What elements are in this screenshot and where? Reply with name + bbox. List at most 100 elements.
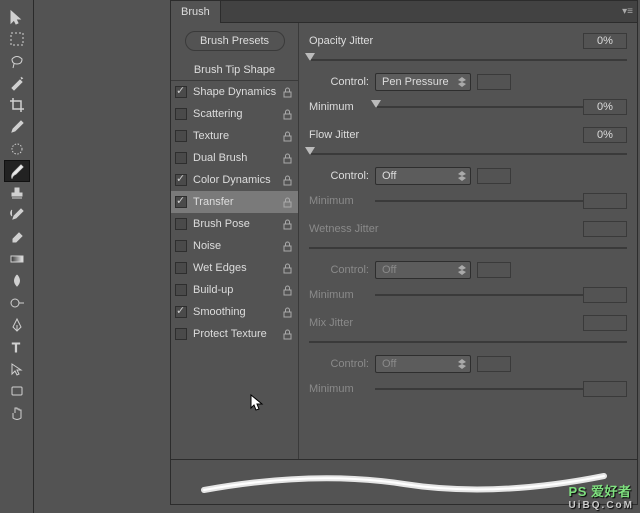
option-checkbox[interactable] — [175, 108, 187, 120]
crop-tool[interactable] — [4, 94, 30, 116]
panel-menu-icon[interactable]: ▾≡ — [622, 6, 633, 17]
mix-minimum-value — [583, 381, 627, 397]
option-checkbox[interactable] — [175, 174, 187, 186]
option-label: Texture — [193, 130, 282, 142]
option-checkbox[interactable] — [175, 196, 187, 208]
opacity-control-swatch — [477, 74, 511, 90]
opacity-jitter-group: Opacity Jitter 0% Control: Pen Pressure … — [309, 31, 627, 117]
option-checkbox[interactable] — [175, 86, 187, 98]
option-row-noise[interactable]: Noise — [171, 235, 298, 257]
lock-icon[interactable] — [282, 86, 292, 98]
pen-tool[interactable] — [4, 314, 30, 336]
brush-tool[interactable] — [4, 160, 30, 182]
path-tool[interactable] — [4, 358, 30, 380]
option-row-protect-texture[interactable]: Protect Texture — [171, 323, 298, 345]
wetness-control-select: Off — [375, 261, 471, 279]
watermark-line1: PS 爱好者 — [569, 484, 632, 499]
lock-icon[interactable] — [282, 328, 292, 340]
option-label: Build-up — [193, 284, 282, 296]
lock-icon[interactable] — [282, 130, 292, 142]
lock-icon[interactable] — [282, 152, 292, 164]
watermark-line2: UiBQ.CoM — [569, 500, 634, 511]
option-label: Noise — [193, 240, 282, 252]
healing-tool[interactable] — [4, 138, 30, 160]
wetness-control-swatch — [477, 262, 511, 278]
opacity-control-select[interactable]: Pen Pressure — [375, 73, 471, 91]
wetness-jitter-label: Wetness Jitter — [309, 223, 379, 235]
gradient-tool[interactable] — [4, 248, 30, 270]
lasso-tool[interactable] — [4, 50, 30, 72]
option-row-color-dynamics[interactable]: Color Dynamics — [171, 169, 298, 191]
option-checkbox[interactable] — [175, 130, 187, 142]
mix-minimum-slider — [375, 382, 583, 396]
flow-jitter-slider[interactable] — [309, 147, 627, 161]
option-checkbox[interactable] — [175, 218, 187, 230]
wand-tool[interactable] — [4, 72, 30, 94]
dodge-tool[interactable] — [4, 292, 30, 314]
option-checkbox[interactable] — [175, 262, 187, 274]
lock-icon[interactable] — [282, 262, 292, 274]
opacity-minimum-value[interactable]: 0% — [583, 99, 627, 115]
option-checkbox[interactable] — [175, 152, 187, 164]
wetness-jitter-slider — [309, 241, 627, 255]
type-tool[interactable]: T — [4, 336, 30, 358]
option-row-wet-edges[interactable]: Wet Edges — [171, 257, 298, 279]
option-label: Dual Brush — [193, 152, 282, 164]
shape-tool[interactable] — [4, 380, 30, 402]
mix-jitter-group: Mix Jitter Control: Off Minimum — [309, 313, 627, 399]
lock-icon[interactable] — [282, 306, 292, 318]
mix-control-swatch — [477, 356, 511, 372]
opacity-jitter-slider[interactable] — [309, 53, 627, 67]
marquee-tool[interactable] — [4, 28, 30, 50]
option-label: Transfer — [193, 196, 282, 208]
opacity-jitter-value[interactable]: 0% — [583, 33, 627, 49]
lock-icon[interactable] — [282, 284, 292, 296]
flow-minimum-slider — [375, 194, 583, 208]
option-row-dual-brush[interactable]: Dual Brush — [171, 147, 298, 169]
option-checkbox[interactable] — [175, 306, 187, 318]
eyedropper-tool[interactable] — [4, 116, 30, 138]
hand-tool[interactable] — [4, 402, 30, 424]
option-row-smoothing[interactable]: Smoothing — [171, 301, 298, 323]
flow-jitter-label: Flow Jitter — [309, 129, 359, 141]
option-checkbox[interactable] — [175, 284, 187, 296]
flow-control-swatch — [477, 168, 511, 184]
wetness-control-label: Control: — [309, 264, 369, 276]
option-label: Color Dynamics — [193, 174, 282, 186]
eraser-tool[interactable] — [4, 226, 30, 248]
option-row-shape-dynamics[interactable]: Shape Dynamics — [171, 81, 298, 103]
flow-jitter-group: Flow Jitter 0% Control: Off Minimum — [309, 125, 627, 211]
history-brush-tool[interactable] — [4, 204, 30, 226]
option-checkbox[interactable] — [175, 240, 187, 252]
lock-icon[interactable] — [282, 196, 292, 208]
mix-jitter-value — [583, 315, 627, 331]
lock-icon[interactable] — [282, 174, 292, 186]
panel-tab-bar: Brush ▾≡ — [171, 1, 637, 23]
lock-icon[interactable] — [282, 108, 292, 120]
blur-tool[interactable] — [4, 270, 30, 292]
tab-brush[interactable]: Brush — [171, 1, 221, 23]
tools-toolbar: T — [0, 0, 34, 513]
opacity-minimum-slider[interactable] — [375, 100, 583, 114]
flow-minimum-label: Minimum — [309, 195, 369, 207]
lock-icon[interactable] — [282, 240, 292, 252]
option-label: Wet Edges — [193, 262, 282, 274]
mix-minimum-label: Minimum — [309, 383, 369, 395]
option-row-texture[interactable]: Texture — [171, 125, 298, 147]
option-label: Shape Dynamics — [193, 86, 282, 98]
lock-icon[interactable] — [282, 218, 292, 230]
mix-jitter-label: Mix Jitter — [309, 317, 353, 329]
brush-panel: Brush ▾≡ Brush Presets Brush Tip Shape S… — [170, 0, 638, 505]
stamp-tool[interactable] — [4, 182, 30, 204]
brush-presets-button[interactable]: Brush Presets — [185, 31, 285, 51]
option-row-brush-pose[interactable]: Brush Pose — [171, 213, 298, 235]
brush-tip-shape-button[interactable]: Brush Tip Shape — [171, 59, 298, 81]
flow-control-select[interactable]: Off — [375, 167, 471, 185]
move-tool[interactable] — [4, 6, 30, 28]
option-row-build-up[interactable]: Build-up — [171, 279, 298, 301]
opacity-jitter-label: Opacity Jitter — [309, 35, 373, 47]
option-checkbox[interactable] — [175, 328, 187, 340]
option-row-scattering[interactable]: Scattering — [171, 103, 298, 125]
option-row-transfer[interactable]: Transfer — [171, 191, 298, 213]
flow-jitter-value[interactable]: 0% — [583, 127, 627, 143]
